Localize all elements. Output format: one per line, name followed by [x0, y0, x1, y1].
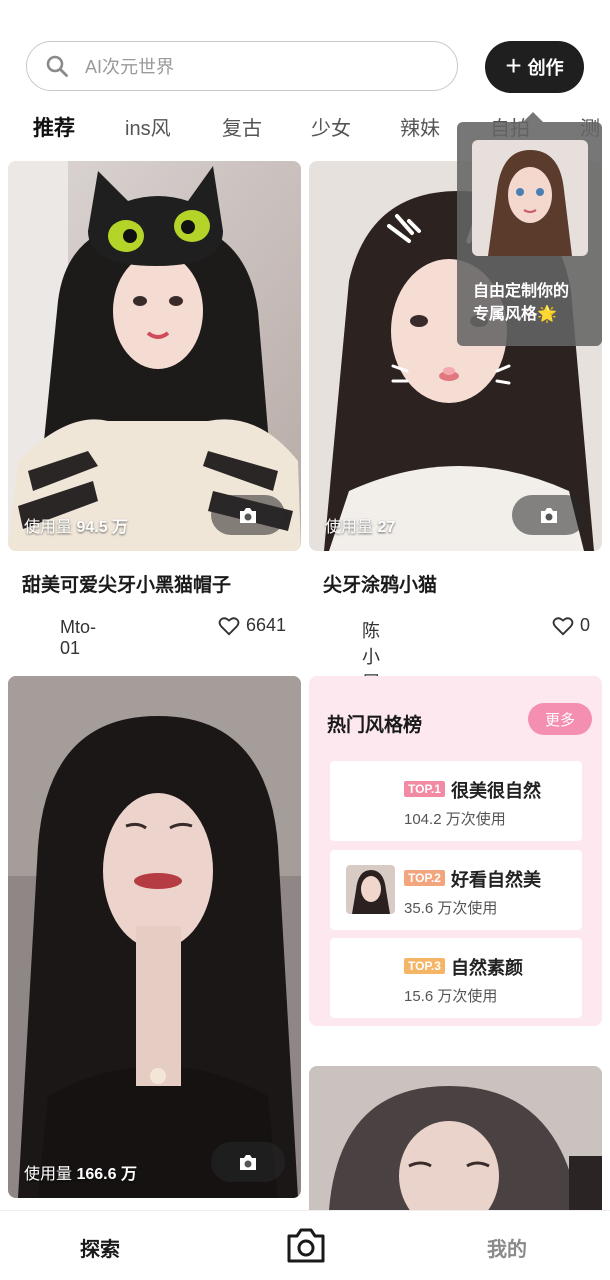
tab-ins[interactable]: ins风: [125, 112, 171, 141]
create-button-label: 创作: [527, 58, 564, 78]
usage-label: 使用量: [24, 1166, 73, 1183]
like-count[interactable]: 6641: [218, 615, 286, 636]
tooltip-line-1: 自由定制你的: [473, 283, 570, 300]
search-bar[interactable]: AI次元世界: [26, 41, 458, 91]
portrait-image: [8, 161, 301, 551]
camera-button[interactable]: [211, 1142, 285, 1182]
tab-hot-girl[interactable]: 辣妹: [400, 112, 440, 141]
camera-icon[interactable]: [285, 1227, 327, 1265]
card-title: 甜美可爱尖牙小黑猫帽子: [22, 575, 232, 596]
rank-usage: 15.6 万次使用: [404, 988, 498, 1005]
card-photo[interactable]: 使用量 94.5 万: [8, 161, 301, 551]
card-author[interactable]: Mto-01: [60, 617, 96, 659]
nav-mine[interactable]: 我的: [487, 1233, 527, 1262]
portrait-image: [309, 1066, 602, 1210]
nav-explore[interactable]: 探索: [80, 1233, 120, 1262]
usage-count: 使用量 27: [325, 513, 395, 537]
portrait-image: [8, 676, 301, 1198]
hot-style-ranking: 热门风格榜 更多 TOP.1 很美很自然 104.2 万次使用 TOP.2 好看…: [309, 676, 602, 1026]
tooltip-text: 自由定制你的 专属风格🌟: [473, 280, 598, 326]
like-count[interactable]: 0: [552, 615, 590, 636]
camera-button[interactable]: [211, 495, 285, 535]
tab-recommend[interactable]: 推荐: [33, 112, 75, 142]
tooltip-arrow: [523, 112, 543, 122]
heart-icon: [552, 616, 574, 635]
rank-badge: TOP.2: [404, 870, 445, 886]
like-count-value: 0: [580, 615, 591, 635]
heart-icon: [218, 616, 240, 635]
rank-badge: TOP.3: [404, 958, 445, 974]
usage-count: 使用量 94.5 万: [24, 513, 128, 537]
more-button[interactable]: 更多: [528, 703, 592, 735]
camera-icon: [240, 1154, 256, 1170]
rank-name: 自然素颜: [451, 958, 523, 978]
custom-style-tooltip[interactable]: 自由定制你的 专属风格🌟: [457, 112, 602, 346]
usage-label: 使用量: [24, 519, 73, 536]
bottom-navigation: 探索 我的: [0, 1210, 610, 1280]
plus-icon: +: [505, 49, 522, 81]
camera-button[interactable]: [512, 495, 586, 535]
usage-label: 使用量: [325, 519, 374, 536]
usage-count: 使用量 166.6 万: [24, 1160, 137, 1184]
rank-name: 好看自然美: [451, 870, 541, 890]
rank-usage: 35.6 万次使用: [404, 900, 498, 917]
card-photo[interactable]: [309, 1066, 602, 1210]
card-photo[interactable]: 使用量 166.6 万: [8, 676, 301, 1198]
like-count-value: 6641: [246, 615, 287, 635]
tab-girl[interactable]: 少女: [311, 112, 351, 141]
camera-icon: [541, 507, 557, 523]
rank-thumbnail: [346, 865, 395, 914]
create-button[interactable]: + 创作: [485, 41, 584, 93]
usage-value: 166.6 万: [76, 1166, 137, 1183]
usage-value: 27: [377, 519, 396, 536]
search-icon: [46, 55, 68, 77]
search-input[interactable]: AI次元世界: [85, 53, 174, 79]
rank-name: 很美很自然: [451, 781, 541, 801]
ranking-item[interactable]: TOP.3 自然素颜 15.6 万次使用: [330, 938, 582, 1018]
rank-badge: TOP.1: [404, 781, 445, 797]
ranking-title: 热门风格榜: [327, 715, 423, 736]
card-title: 尖牙涂鸦小猫: [323, 575, 438, 596]
ranking-item[interactable]: TOP.2 好看自然美 35.6 万次使用: [330, 850, 582, 930]
rank-usage: 104.2 万次使用: [404, 811, 506, 828]
ranking-item[interactable]: TOP.1 很美很自然 104.2 万次使用: [330, 761, 582, 841]
usage-value: 94.5 万: [76, 519, 129, 536]
tab-retro[interactable]: 复古: [222, 112, 262, 141]
tooltip-thumbnail: [472, 140, 588, 256]
tooltip-line-2: 专属风格🌟: [473, 306, 557, 323]
camera-icon: [240, 507, 256, 523]
